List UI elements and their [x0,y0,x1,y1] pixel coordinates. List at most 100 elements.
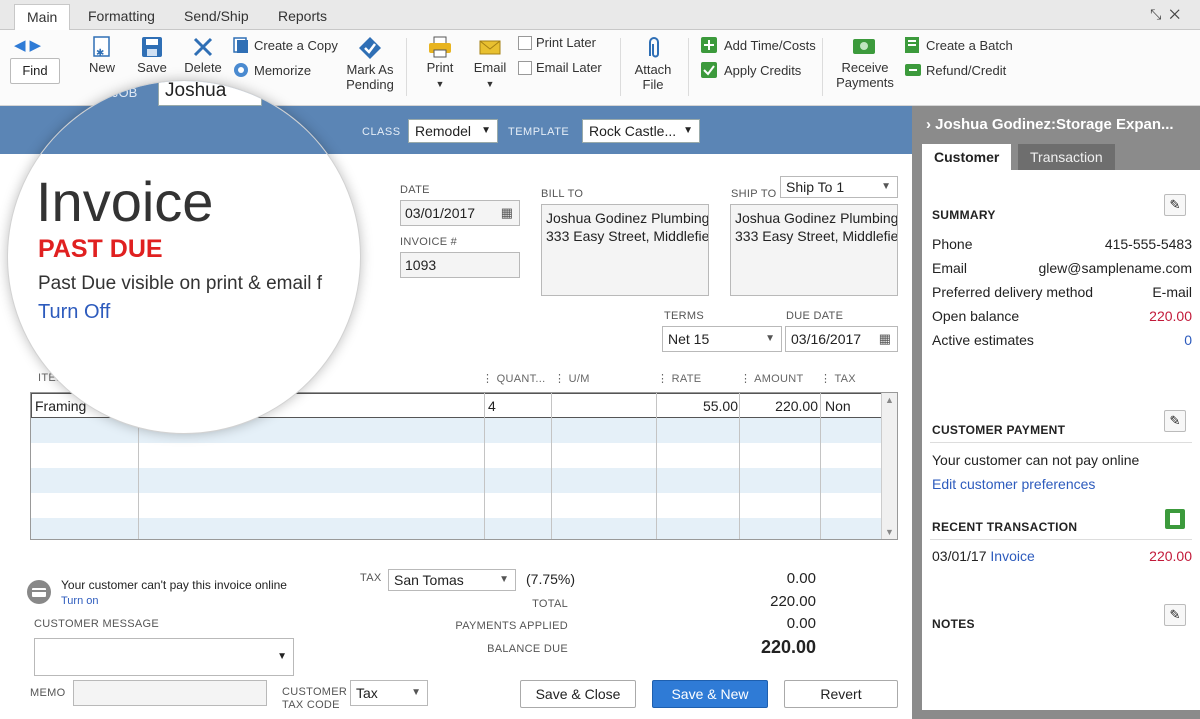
new-button[interactable]: ✱ New [86,36,118,75]
print-later-checkbox[interactable]: Print Later [518,35,596,50]
table-row[interactable] [31,493,883,518]
template-select[interactable]: Rock Castle... ▼ [582,119,700,143]
print-dropdown-icon[interactable]: ▼ [436,79,445,89]
next-arrow-icon[interactable]: ▶ [30,36,42,54]
email-row: Email glew@samplename.com [932,260,1192,276]
save-close-button[interactable]: Save & Close [520,680,636,708]
turn-on-link[interactable]: Turn on [61,595,99,607]
revert-button[interactable]: Revert [784,680,898,708]
previous-arrow-icon[interactable]: ◀ [14,36,26,54]
print-later-check-icon[interactable] [518,35,532,50]
invoice-number-field[interactable]: 1093 [400,252,520,278]
customer-side-panel: › Joshua Godinez:Storage Expan... Custom… [912,106,1200,719]
table-scrollbar[interactable]: ▲ ▼ [881,393,897,539]
turn-off-link[interactable]: Turn Off [38,301,110,324]
ship-to-label: SHIP TO [731,188,777,200]
chevron-right-icon[interactable]: › [926,116,931,133]
terms-select[interactable]: Net 15 ▼ [662,326,782,352]
save-button[interactable]: Save [134,36,170,75]
table-row[interactable] [31,518,883,539]
email-button[interactable]: Email ▼ [470,36,510,92]
delete-button[interactable]: Delete [182,36,224,75]
divider [930,539,1192,540]
bill-to-line-1: Joshua Godinez Plumbing [546,210,709,226]
rate-cell[interactable]: 55.00 [658,394,738,418]
attach-file-button[interactable]: Attach File [632,36,674,92]
receive-payments-button[interactable]: Receive Payments [832,36,898,90]
edit-pencil-icon[interactable]: ✎ [1164,410,1186,432]
mark-as-label: Mark As [346,62,394,77]
customer-message-select[interactable]: ▼ [34,638,294,676]
customer-tax-code-label-1: CUSTOMER [282,686,348,698]
quantity-cell[interactable]: 4 [488,394,496,418]
window-control-icons[interactable]: ⤡✕ [1150,6,1188,23]
file-label: File [642,77,664,92]
edit-preferences-link[interactable]: Edit customer preferences [932,476,1095,492]
class-select[interactable]: Remodel ▼ [408,119,498,143]
tab-reports[interactable]: Reports [266,4,339,30]
recent-transaction-row[interactable]: 03/01/17 Invoice 220.00 [932,548,1192,564]
edit-preferences-row: Edit customer preferences [932,476,1192,492]
ship-to-select[interactable]: Ship To 1 ▼ [780,176,898,198]
amount-cell[interactable]: 220.00 [738,394,818,418]
payments-label: Payments [836,75,894,90]
table-row[interactable] [31,468,883,493]
recent-type-link[interactable]: Invoice [990,548,1034,564]
scroll-down-icon[interactable]: ▼ [882,527,897,537]
col-header-um[interactable]: ⋮ U/M [554,372,590,385]
print-later-label: Print Later [536,35,596,50]
side-panel-title[interactable]: › Joshua Godinez:Storage Expan... [926,116,1174,133]
col-header-quantity-text: QUANT... [496,373,546,385]
email-later-checkbox[interactable]: Email Later [518,60,602,75]
ship-to-select-value: Ship To 1 [786,179,845,195]
calendar-icon[interactable]: ▦ [879,327,891,351]
edit-pencil-icon[interactable]: ✎ [1164,194,1186,216]
tab-main[interactable]: Main [14,4,71,30]
create-batch-button[interactable]: Create a Batch [904,36,1013,54]
chevron-down-icon: ▼ [499,574,509,585]
due-date-field[interactable]: 03/16/2017 ▦ [785,326,898,352]
new-transaction-icon[interactable] [1164,508,1186,530]
bill-to-address[interactable]: Joshua Godinez Plumbing 333 Easy Street,… [541,204,709,296]
col-header-rate[interactable]: ⋮ RATE [657,372,701,385]
bill-to-label: BILL TO [541,188,584,200]
svg-text:✱: ✱ [96,48,104,58]
col-header-tax[interactable]: ⋮ TAX [820,372,856,385]
memorize-button[interactable]: Memorize [232,61,311,79]
col-header-amount[interactable]: ⋮ AMOUNT [740,372,804,385]
create-copy-button[interactable]: Create a Copy [232,36,338,54]
email-dropdown-icon[interactable]: ▼ [486,79,495,89]
add-time-costs-button[interactable]: Add Time/Costs [700,36,816,54]
ship-to-line-1: Joshua Godinez Plumbing [735,210,898,226]
open-balance-value[interactable]: 220.00 [1149,308,1192,324]
print-button[interactable]: Print ▼ [420,36,460,92]
side-panel-title-text: Joshua Godinez:Storage Expan... [935,116,1174,133]
tab-customer[interactable]: Customer [922,144,1012,170]
tax-cell[interactable]: Non [825,394,851,418]
customer-job-field[interactable]: Joshua [158,81,262,106]
due-date-value: 03/16/2017 [791,331,862,347]
email-later-check-icon[interactable] [518,60,532,75]
apply-credits-button[interactable]: Apply Credits [700,61,801,79]
memo-field[interactable] [73,680,267,706]
scroll-up-icon[interactable]: ▲ [882,395,897,405]
calendar-icon[interactable]: ▦ [501,201,513,225]
tab-transaction[interactable]: Transaction [1018,144,1115,170]
tax-item-select[interactable]: San Tomas ▼ [388,569,516,591]
tab-send-ship[interactable]: Send/Ship [172,4,261,30]
terms-value: Net 15 [668,331,710,347]
open-balance-row: Open balance 220.00 [932,308,1192,324]
ribbon-tabs-bar: Main Formatting Send/Ship Reports ⤡✕ [0,0,1200,30]
col-header-quantity[interactable]: ⋮ QUANT... [482,372,546,385]
edit-pencil-icon[interactable]: ✎ [1164,604,1186,626]
date-field[interactable]: 03/01/2017 ▦ [400,200,520,226]
save-new-button[interactable]: Save & New [652,680,768,708]
tab-formatting[interactable]: Formatting [76,4,167,30]
refund-credit-button[interactable]: Refund/Credit [904,61,1006,79]
active-estimates-value[interactable]: 0 [1184,332,1192,348]
past-due-stamp: PAST DUE [38,235,163,263]
table-row[interactable] [31,443,883,468]
customer-tax-code-select[interactable]: Tax ▼ [350,680,428,706]
memo-label: MEMO [30,687,66,699]
ship-to-address[interactable]: Joshua Godinez Plumbing 333 Easy Street,… [730,204,898,296]
